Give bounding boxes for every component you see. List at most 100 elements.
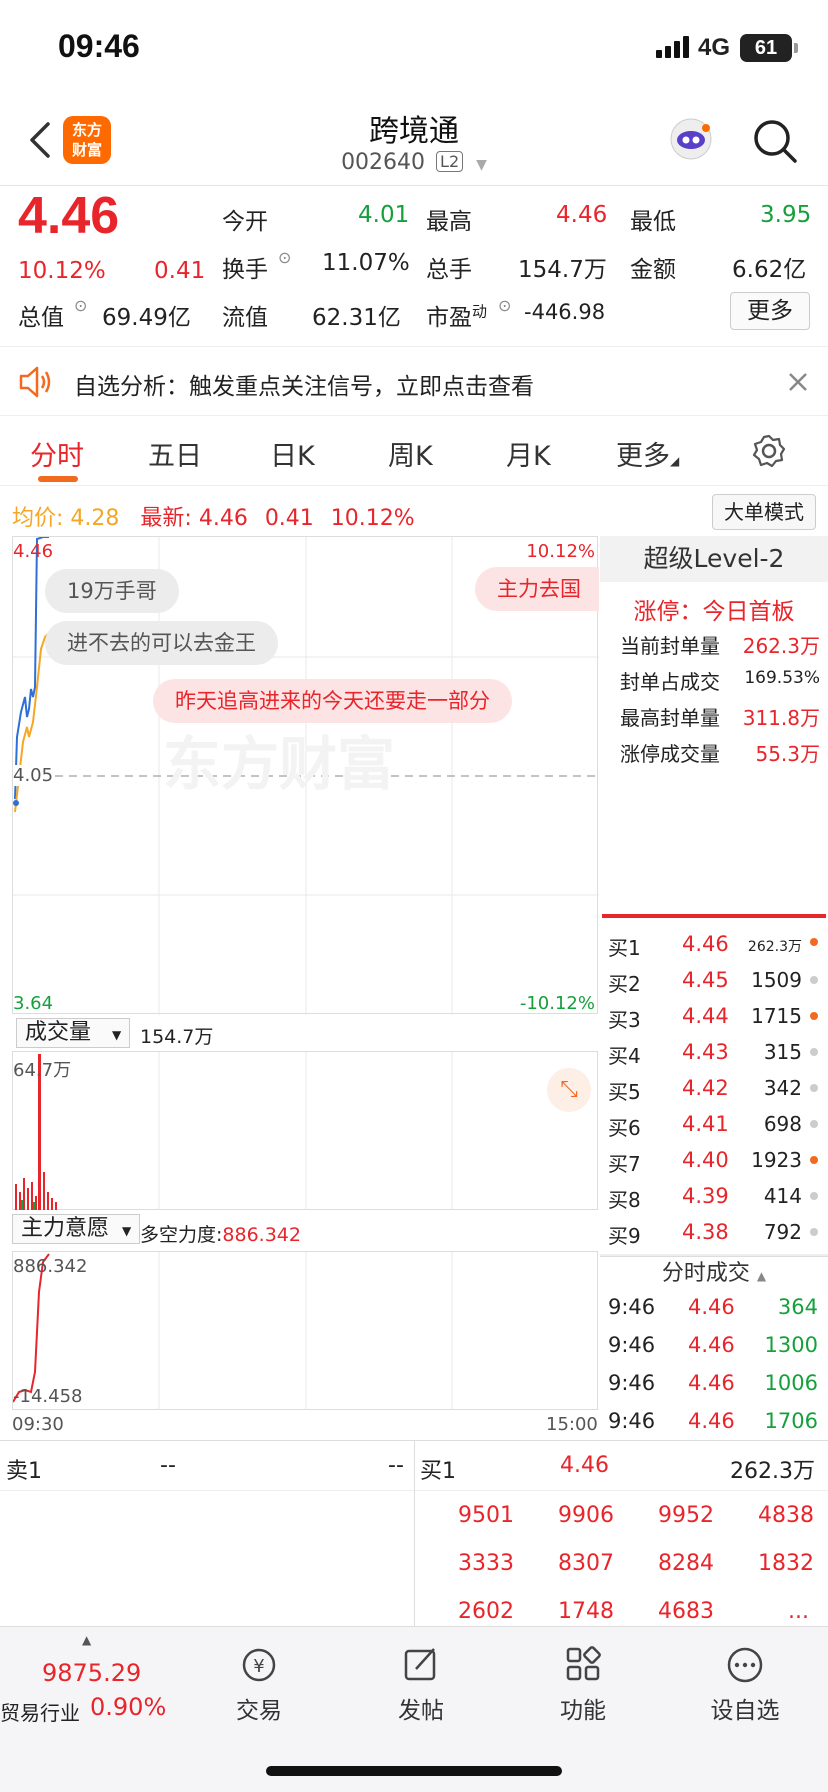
force-top-label: 886.342: [13, 1256, 88, 1277]
float-cap-label: 流值: [222, 305, 268, 331]
edit-icon: [404, 1648, 436, 1681]
volume-max-label: 64.7万: [13, 1060, 72, 1081]
notice-text: 自选分析：触发重点关注信号，立即点击查看: [74, 374, 534, 400]
level-badge: L2: [436, 151, 464, 172]
trade-row: 9:46 4.46 1300: [608, 1333, 818, 1357]
amount-value: 6.62亿: [732, 257, 807, 283]
open-value: 4.01: [358, 202, 410, 228]
nav-add-watchlist[interactable]: 设自选: [690, 1645, 800, 1725]
stock-code: 002640: [341, 150, 426, 175]
volume-header: 成交量 ▼ 154.7万: [12, 1014, 598, 1052]
bid-row: 买3 4.44 1715: [600, 1000, 828, 1036]
dropdown-arrow-icon: ▼: [476, 157, 487, 173]
tab-more[interactable]: 更多◢: [616, 434, 679, 473]
more-button[interactable]: 更多: [730, 292, 810, 330]
force-chart[interactable]: 886.342 -14.458: [12, 1252, 598, 1410]
best-quote-row: 卖1 -- -- 买1 4.46 262.3万: [0, 1441, 828, 1627]
chart-bottom-pct: -10.12%: [519, 993, 595, 1014]
intraday-price-line: 均价: 4.28 最新: 4.46 0.41 10.12%: [12, 500, 415, 532]
index-value: 9875.29: [42, 1659, 142, 1687]
big-order-mode-button[interactable]: 大单模式: [712, 494, 816, 530]
float-cap-value: 62.31亿: [312, 305, 401, 331]
force-indicator-select[interactable]: 主力意愿 ▼: [12, 1214, 141, 1244]
tab-daily-k[interactable]: 日K: [270, 434, 315, 473]
dot-icon: [810, 1048, 818, 1056]
stat-value: 169.53%: [744, 668, 820, 688]
dot-icon: [810, 1192, 818, 1200]
bid-row: 买7 4.40 1923: [600, 1144, 828, 1180]
search-icon[interactable]: [752, 118, 798, 164]
queue-row: 3333 8307 8284 1832: [458, 1551, 814, 1576]
volume-value: 154.7万: [518, 257, 607, 283]
latest-price: 4.46: [198, 506, 248, 531]
chart-top-price: 4.46: [13, 541, 54, 562]
signal-icon: [656, 36, 689, 58]
close-icon[interactable]: [788, 372, 808, 392]
index-widget[interactable]: ▲ 9875.29 贸易行业 0.90%: [0, 1633, 180, 1763]
time-end: 15:00: [546, 1414, 598, 1435]
current-price: 4.46: [18, 187, 120, 245]
tab-intraday[interactable]: 分时: [30, 434, 84, 473]
comment-bubble[interactable]: 19万手哥: [45, 569, 179, 613]
status-time: 09:46: [58, 28, 140, 64]
bid-list[interactable]: 买1 4.46 262.3万 买2 4.45 1509 买3 4.44 1715 买4 4.4…: [600, 928, 828, 1252]
market-cap-label: 总值: [18, 305, 64, 331]
time-sales[interactable]: 分时成交 ▲ 9:46 4.46 364 9:46 4.46 1300 9:46 4.46…: [600, 1256, 828, 1443]
level2-panel: 超级Level-2 涨停：今日首板 当前封单量 262.3万 封单占成交 169…: [600, 536, 828, 1256]
amount-label: 金额: [630, 257, 676, 283]
robot-assistant-icon[interactable]: [666, 114, 716, 164]
chart-mid-price: 4.05: [13, 765, 54, 786]
turnover-value: 11.07%: [322, 250, 410, 276]
open-label: 今开: [222, 209, 268, 235]
grid-icon: [566, 1646, 601, 1681]
chart-tabs: 分时 五日 日K 周K 月K 更多◢: [0, 416, 828, 486]
tab-monthly-k[interactable]: 月K: [506, 434, 551, 473]
watermark: 东方财富: [163, 730, 396, 798]
expand-icon[interactable]: ⤡: [547, 1068, 591, 1112]
force-header: 主力意愿 ▼ 多空力度:886.342: [12, 1210, 598, 1252]
low-label: 最低: [630, 209, 676, 235]
volume-total: 154.7万: [140, 1026, 214, 1048]
tab-five-day[interactable]: 五日: [148, 434, 202, 473]
comment-bubble[interactable]: 昨天追高进来的今天还要走一部分: [153, 679, 512, 723]
status-bar: 09:46 4G 61: [0, 0, 828, 100]
nav-functions[interactable]: 功能: [528, 1645, 638, 1725]
latest-change: 0.41: [264, 506, 314, 531]
high-label: 最高: [426, 209, 472, 235]
nav-trade[interactable]: ¥ 交易: [204, 1645, 314, 1725]
turnover-label: 换手: [222, 257, 268, 283]
time-sales-title[interactable]: 分时成交 ▲: [600, 1257, 828, 1291]
speaker-icon: [19, 366, 51, 398]
home-indicator[interactable]: [266, 1766, 562, 1776]
force-chart-canvas: [13, 1252, 453, 1410]
volume-indicator-select[interactable]: 成交量 ▼: [16, 1018, 131, 1048]
bid-row: 买4 4.43 315: [600, 1036, 828, 1072]
stat-label: 封单占成交: [620, 670, 720, 694]
stat-value: 262.3万: [742, 634, 820, 658]
pe-label: 市盈动: [426, 302, 488, 331]
force-label-row: 多空力度:886.342: [140, 1224, 301, 1246]
avg-label: 均价:: [12, 506, 64, 531]
bid-row: 买5 4.42 342: [600, 1072, 828, 1108]
info-icon[interactable]: ⊙: [278, 248, 291, 267]
intraday-chart[interactable]: 东方财富 4.46 10.12% 4.05 3.64 -10.12% 19万手哥…: [12, 536, 599, 1015]
comment-bubble[interactable]: 主力去国: [475, 567, 599, 611]
settings-gear-icon[interactable]: [752, 434, 786, 468]
dot-icon: [810, 938, 818, 946]
stat-label: 涨停成交量: [620, 742, 720, 766]
limit-up-status: 涨停：今日首板: [633, 599, 795, 625]
volume-chart[interactable]: 64.7万 ⤡: [12, 1052, 598, 1210]
nav-post[interactable]: 发帖: [366, 1645, 476, 1725]
info-icon[interactable]: ⊙: [74, 296, 87, 315]
avg-price: 4.28: [70, 506, 120, 531]
comment-bubble[interactable]: 进不去的可以去金王: [45, 621, 278, 665]
stat-value: 311.8万: [742, 706, 820, 730]
bid-ask-divider: [602, 914, 826, 918]
notice-bar[interactable]: 自选分析：触发重点关注信号，立即点击查看: [0, 346, 828, 416]
tab-weekly-k[interactable]: 周K: [388, 434, 433, 473]
info-icon[interactable]: ⊙: [498, 296, 511, 315]
dot-icon: [810, 1084, 818, 1092]
chevron-up-icon: ▲: [82, 1633, 92, 1647]
level2-title[interactable]: 超级Level-2: [600, 536, 828, 582]
more-dots-icon: [727, 1647, 763, 1683]
